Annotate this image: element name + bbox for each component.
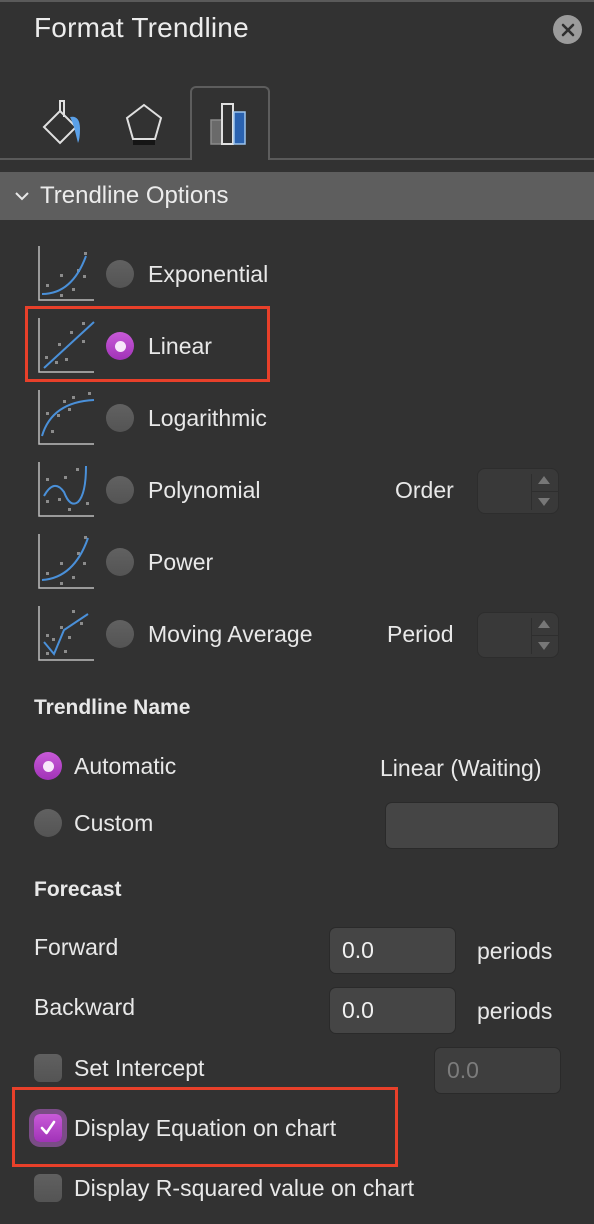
display-r-squared-option[interactable]: Display R-squared value on chart bbox=[34, 1174, 414, 1202]
custom-label: Custom bbox=[74, 809, 154, 836]
intercept-input[interactable]: 0.0 bbox=[434, 1047, 561, 1094]
radio-moving-average[interactable] bbox=[106, 620, 134, 648]
backward-input[interactable]: 0.0 bbox=[329, 987, 456, 1034]
label-power: Power bbox=[148, 548, 214, 575]
trendline-type-logarithmic[interactable]: Logarithmic bbox=[38, 390, 267, 446]
exponential-trend-icon bbox=[38, 246, 94, 301]
trendline-type-linear[interactable]: Linear bbox=[38, 318, 212, 374]
chevron-down-icon bbox=[14, 190, 30, 202]
power-trend-icon bbox=[38, 534, 94, 589]
panel-title: Format Trendline bbox=[34, 12, 249, 43]
label-moving-average: Moving Average bbox=[148, 620, 313, 647]
display-equation-label: Display Equation on chart bbox=[74, 1114, 337, 1141]
radio-custom[interactable] bbox=[34, 809, 62, 837]
order-increment-button[interactable] bbox=[538, 476, 550, 484]
custom-name-input[interactable] bbox=[385, 802, 559, 849]
radio-polynomial[interactable] bbox=[106, 476, 134, 504]
trendline-type-polynomial[interactable]: Polynomial bbox=[38, 462, 261, 518]
label-polynomial: Polynomial bbox=[148, 476, 261, 503]
forward-unit: periods bbox=[477, 938, 553, 964]
trendline-type-power[interactable]: Power bbox=[38, 534, 213, 590]
moving-average-trend-icon bbox=[38, 606, 94, 661]
name-custom-option[interactable]: Custom bbox=[34, 809, 153, 837]
backward-unit: periods bbox=[477, 998, 553, 1024]
automatic-label: Automatic bbox=[74, 752, 177, 779]
close-icon bbox=[561, 23, 574, 36]
forward-input[interactable]: 0.0 bbox=[329, 927, 456, 974]
forward-label: Forward bbox=[34, 934, 119, 960]
tab-bar bbox=[0, 86, 594, 160]
display-equation-option[interactable]: Display Equation on chart bbox=[34, 1114, 336, 1142]
linear-trend-icon bbox=[38, 318, 95, 373]
order-label: Order bbox=[395, 477, 454, 503]
radio-power[interactable] bbox=[106, 548, 134, 576]
label-exponential: Exponential bbox=[148, 260, 269, 287]
automatic-name-value: Linear (Waiting) bbox=[380, 755, 542, 781]
set-intercept-checkbox[interactable] bbox=[34, 1054, 62, 1082]
period-increment-button[interactable] bbox=[538, 620, 550, 628]
tab-effects[interactable] bbox=[112, 86, 176, 160]
display-equation-checkbox[interactable] bbox=[34, 1114, 62, 1142]
radio-exponential[interactable] bbox=[106, 260, 134, 288]
backward-label: Backward bbox=[34, 994, 135, 1020]
trendline-type-moving-average[interactable]: Moving Average bbox=[38, 606, 313, 662]
tab-fill-line[interactable] bbox=[32, 86, 96, 160]
trendline-type-exponential[interactable]: Exponential bbox=[38, 246, 268, 302]
radio-logarithmic[interactable] bbox=[106, 404, 134, 432]
trendline-options-section-header[interactable]: Trendline Options bbox=[0, 172, 594, 220]
polynomial-trend-icon bbox=[38, 462, 94, 517]
trendline-name-heading: Trendline Name bbox=[34, 696, 191, 719]
bar-chart-icon bbox=[210, 103, 246, 145]
label-logarithmic: Logarithmic bbox=[148, 404, 267, 431]
period-decrement-button[interactable] bbox=[538, 642, 550, 650]
period-label: Period bbox=[387, 621, 454, 647]
forecast-heading: Forecast bbox=[34, 878, 122, 901]
label-linear: Linear bbox=[148, 332, 212, 359]
pentagon-icon bbox=[125, 103, 163, 145]
section-label: Trendline Options bbox=[40, 182, 229, 209]
name-automatic-option[interactable]: Automatic bbox=[34, 752, 176, 780]
order-decrement-button[interactable] bbox=[538, 498, 550, 506]
close-button[interactable] bbox=[553, 15, 582, 44]
radio-automatic[interactable] bbox=[34, 752, 62, 780]
tab-baseline bbox=[0, 158, 594, 160]
checkmark-icon bbox=[40, 1120, 56, 1135]
radio-linear[interactable] bbox=[106, 332, 134, 360]
set-intercept-label: Set Intercept bbox=[74, 1054, 205, 1081]
period-stepper[interactable] bbox=[477, 612, 559, 658]
logarithmic-trend-icon bbox=[38, 390, 95, 445]
display-r-squared-checkbox[interactable] bbox=[34, 1174, 62, 1202]
paint-bucket-icon bbox=[42, 100, 80, 145]
display-r-squared-label: Display R-squared value on chart bbox=[74, 1174, 415, 1201]
order-stepper[interactable] bbox=[477, 468, 559, 514]
tab-trendline-options[interactable] bbox=[190, 86, 270, 160]
set-intercept-option[interactable]: Set Intercept bbox=[34, 1054, 204, 1082]
top-border bbox=[0, 0, 594, 2]
